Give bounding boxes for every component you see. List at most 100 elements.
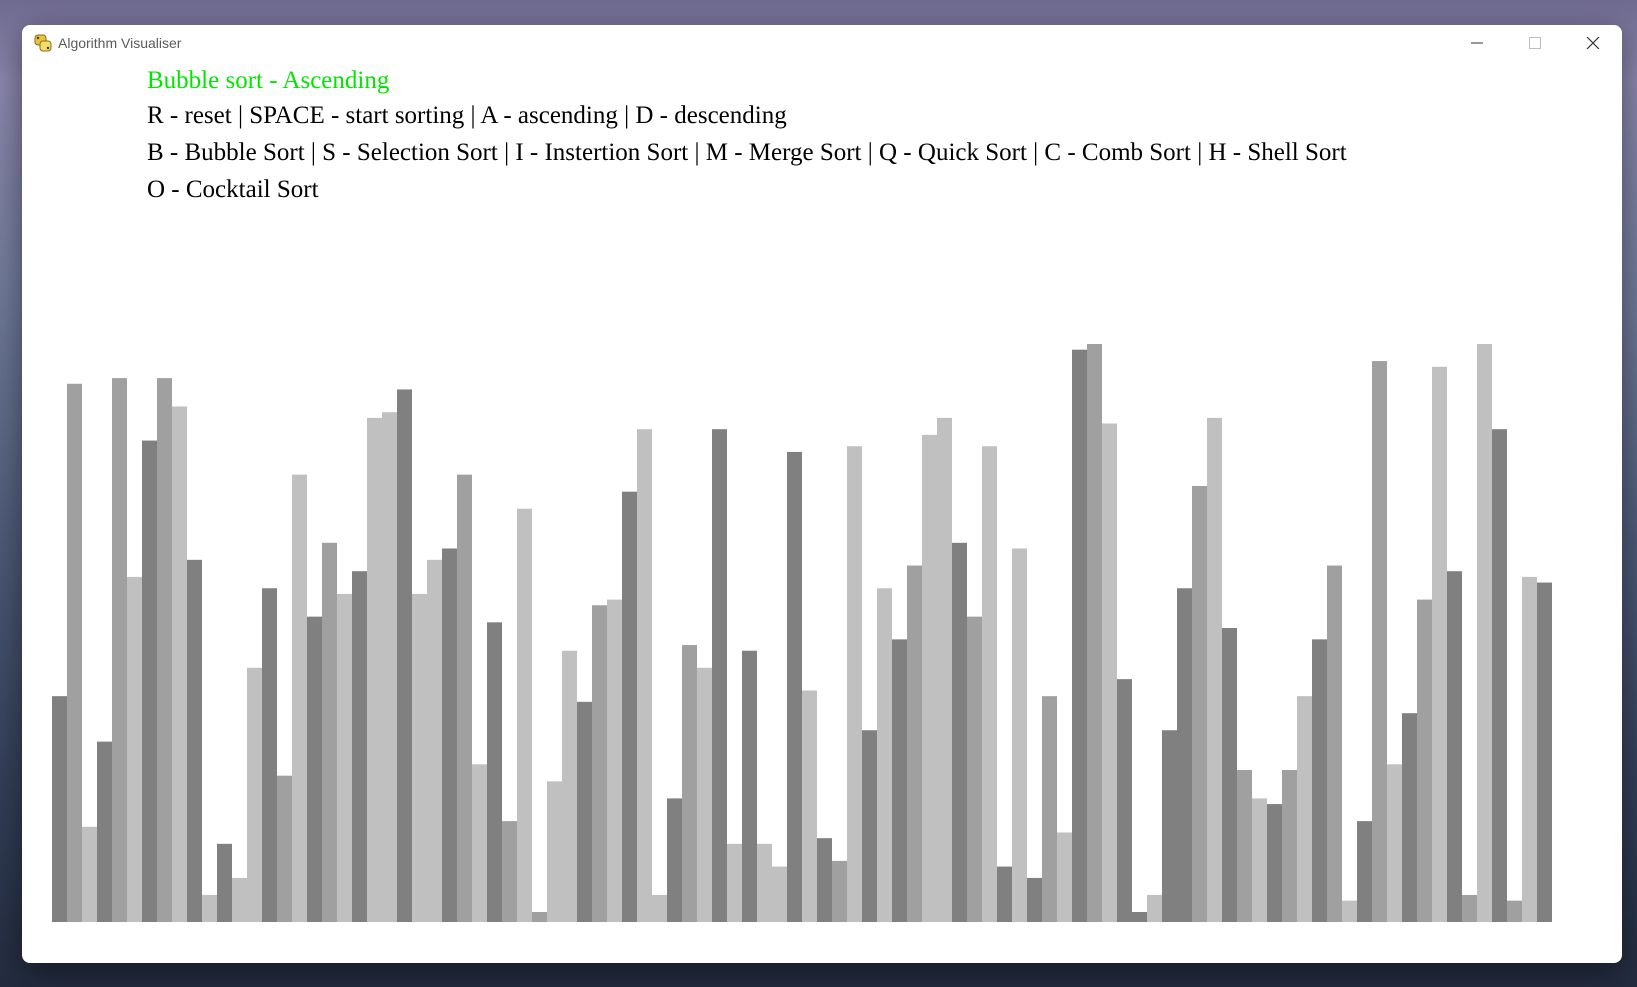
- array-bar: [1447, 571, 1462, 922]
- array-bar: [847, 446, 862, 922]
- array-bar: [262, 588, 277, 922]
- array-bar: [757, 843, 772, 922]
- bar-visualization: [52, 344, 1552, 923]
- array-bar: [217, 843, 232, 922]
- array-bar: [202, 894, 217, 922]
- array-bar: [1387, 764, 1402, 922]
- array-bar: [877, 588, 892, 922]
- array-bar: [52, 696, 67, 922]
- array-bar: [982, 446, 997, 922]
- array-bar: [622, 491, 637, 922]
- array-bar: [562, 650, 577, 922]
- array-bar: [1087, 344, 1102, 922]
- array-bar: [832, 860, 847, 922]
- array-bar: [232, 877, 247, 922]
- array-bar: [862, 730, 877, 922]
- array-bar: [1477, 344, 1492, 922]
- array-bar: [697, 667, 712, 922]
- array-bar: [517, 508, 532, 922]
- array-bar: [352, 571, 367, 922]
- array-bar: [532, 912, 547, 922]
- array-bar: [1492, 429, 1507, 922]
- array-bar: [142, 440, 157, 922]
- array-bar: [1312, 639, 1327, 922]
- array-bar: [1072, 349, 1087, 922]
- array-bar: [277, 775, 292, 922]
- array-bar: [322, 542, 337, 922]
- array-bar: [1327, 565, 1342, 922]
- array-bar: [1042, 696, 1057, 922]
- array-bar: [367, 417, 382, 922]
- array-bar: [727, 843, 742, 922]
- array-bar: [907, 565, 922, 922]
- array-bar: [607, 599, 622, 922]
- array-bar: [1222, 628, 1237, 922]
- array-bar: [442, 548, 457, 922]
- array-bar: [1252, 798, 1267, 922]
- array-bar: [1147, 894, 1162, 922]
- array-bar: [1297, 696, 1312, 922]
- array-bar: [712, 429, 727, 922]
- array-bar: [1462, 894, 1477, 922]
- array-bar: [1102, 423, 1117, 922]
- array-bar: [382, 412, 397, 922]
- array-bar: [172, 406, 187, 923]
- array-bar: [892, 639, 907, 922]
- array-bar: [1282, 770, 1297, 922]
- array-bar: [1162, 730, 1177, 922]
- array-bar: [1057, 832, 1072, 922]
- array-bar: [787, 451, 802, 922]
- array-bar: [337, 593, 352, 922]
- array-bar: [637, 429, 652, 922]
- array-bar: [547, 781, 562, 922]
- array-bar: [307, 616, 322, 922]
- array-bar: [97, 741, 112, 922]
- array-bar: [427, 559, 442, 922]
- array-bar: [1267, 804, 1282, 922]
- array-bar: [937, 417, 952, 922]
- array-bar: [1237, 770, 1252, 922]
- array-bar: [997, 866, 1012, 922]
- array-bar: [922, 434, 937, 922]
- array-bar: [682, 645, 697, 922]
- array-bar: [487, 622, 502, 922]
- array-bar: [772, 866, 787, 922]
- array-bar: [1522, 576, 1537, 922]
- array-bar: [1012, 548, 1027, 922]
- array-bar: [1342, 900, 1357, 922]
- array-bar: [667, 798, 682, 922]
- array-bar: [1357, 821, 1372, 922]
- array-bar: [577, 701, 592, 922]
- array-bar: [1537, 582, 1552, 922]
- array-bar: [802, 690, 817, 922]
- array-bar: [67, 383, 82, 922]
- array-bar: [952, 542, 967, 922]
- array-bar: [292, 474, 307, 922]
- array-bar: [127, 576, 142, 922]
- array-bar: [412, 593, 427, 922]
- array-bar: [1027, 877, 1042, 922]
- array-bar: [1132, 912, 1147, 922]
- array-bar: [472, 764, 487, 922]
- array-bar: [82, 826, 97, 922]
- array-bar: [1402, 713, 1417, 922]
- array-bar: [397, 389, 412, 922]
- array-bar: [1177, 588, 1192, 922]
- array-bar: [112, 378, 127, 923]
- array-bar: [1372, 361, 1387, 922]
- array-bar: [247, 667, 262, 922]
- array-bar: [1507, 900, 1522, 922]
- array-bar: [157, 378, 172, 923]
- array-bar: [1432, 366, 1447, 923]
- array-bar: [1117, 679, 1132, 922]
- array-bar: [817, 838, 832, 922]
- array-bar: [1192, 486, 1207, 922]
- app-window: Algorithm Visualiser Bubble sort - Ascen…: [22, 25, 1622, 963]
- array-bar: [1207, 417, 1222, 922]
- array-bar: [742, 650, 757, 922]
- array-bar: [502, 821, 517, 922]
- array-bar: [187, 559, 202, 922]
- array-bar: [967, 616, 982, 922]
- array-bar: [652, 894, 667, 922]
- array-bar: [1417, 599, 1432, 922]
